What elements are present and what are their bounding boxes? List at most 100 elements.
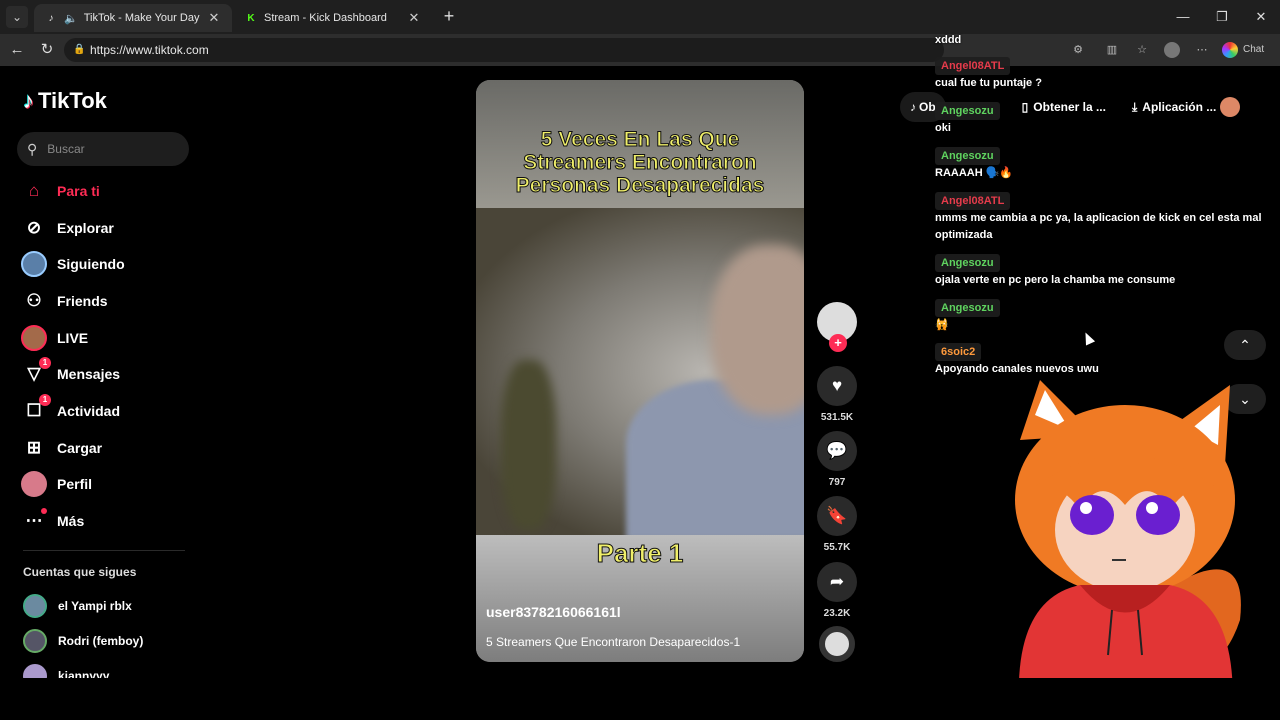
tiktok-logo-icon: ♪ <box>23 88 34 113</box>
chat-text: nmms me cambia a pc ya, la aplicacion de… <box>935 212 1262 241</box>
nav-label: LIVE <box>57 330 89 346</box>
chat-message: Angesozu 🙀 <box>935 298 1265 334</box>
nav-para-ti[interactable]: ⌂ Para ti <box>21 177 100 205</box>
save-count: 55.7K <box>823 542 851 553</box>
search-input[interactable]: ⚲ Buscar <box>17 132 189 166</box>
bookmark-icon[interactable]: 🔖 <box>817 496 857 536</box>
comment-icon[interactable]: 💬 <box>817 431 857 471</box>
nav-mas[interactable]: ⋯ Más <box>21 507 84 535</box>
tiktok-icon: ♪ <box>48 12 54 24</box>
browser-window: ⌄ ♪ 🔈 TikTok - Make Your Day ✕ K Stream … <box>0 0 1280 720</box>
chat-text: cual fue tu puntaje ? <box>935 77 1042 89</box>
chat-username[interactable]: Angesozu <box>935 254 1000 272</box>
follow-plus-icon[interactable]: + <box>829 334 847 352</box>
nav-label: Actividad <box>57 403 121 419</box>
avatar <box>23 664 47 678</box>
chat-message: xddd <box>935 32 1265 49</box>
comment-count: 797 <box>828 477 846 488</box>
nav-label: Cargar <box>57 440 103 456</box>
save-action[interactable]: 🔖 55.7K <box>817 496 857 553</box>
close-window-icon[interactable]: ✕ <box>1246 6 1276 28</box>
chat-text: oki <box>935 122 951 134</box>
chat-username[interactable]: Angesozu <box>935 102 1000 120</box>
following-avatar-icon <box>21 251 47 277</box>
nav-label: Para ti <box>57 183 100 199</box>
tab-title: TikTok - Make Your Day <box>83 12 200 24</box>
nav-actividad[interactable]: ☐ 1 Actividad <box>21 394 121 425</box>
headline-line: Personas Desaparecidas <box>515 174 765 198</box>
comment-action[interactable]: 💬 797 <box>817 431 857 488</box>
nav-perfil[interactable]: Perfil <box>21 470 92 498</box>
tab-actions-menu-icon[interactable]: ⌄ <box>6 6 28 28</box>
minimize-icon[interactable]: — <box>1168 6 1198 28</box>
nav-explorar[interactable]: ⊘ Explorar <box>21 214 114 242</box>
close-tab-icon[interactable]: ✕ <box>206 10 222 26</box>
new-tab-icon[interactable]: + <box>440 7 458 26</box>
account-name: el Yampi rblx <box>58 599 132 613</box>
nav-siguiendo[interactable]: Siguiendo <box>21 250 125 278</box>
refresh-icon[interactable]: ↻ <box>36 40 58 60</box>
tab-strip: ⌄ ♪ 🔈 TikTok - Make Your Day ✕ K Stream … <box>0 0 1280 34</box>
chat-text: RAAAAH 🗣️🔥 <box>935 167 1014 179</box>
nav-label: Siguiendo <box>57 256 125 272</box>
compass-icon: ⊘ <box>26 218 42 237</box>
chat-username[interactable]: 6soic2 <box>935 343 982 361</box>
brand-name: TikTok <box>38 88 107 113</box>
account-name: Rodri (femboy) <box>58 634 144 648</box>
activity-icon: ☐ 1 <box>21 394 51 424</box>
chat-message: Angesozu oki <box>935 101 1265 137</box>
following-section-title: Cuentas que sigues <box>23 565 137 579</box>
chat-text: ojala verte en pc pero la chamba me cons… <box>935 274 1176 286</box>
tiktok-logo[interactable]: ♪ TikTok <box>23 88 107 114</box>
chat-username[interactable]: Angesozu <box>935 299 1000 317</box>
chat-message: Angel08ATL nmms me cambia a pc ya, la ap… <box>935 191 1265 244</box>
search-icon: ⚲ <box>27 140 38 157</box>
nav-live[interactable]: LIVE <box>21 324 88 352</box>
nav-friends[interactable]: ⚇ Friends <box>21 287 108 315</box>
nav-mensajes[interactable]: ▽ 1 Mensajes <box>21 357 121 388</box>
video-headline: 5 Veces En Las Que Streamers Encontraron… <box>476 128 804 198</box>
url-field[interactable]: 🔒 https://www.tiktok.com <box>64 38 944 62</box>
followed-account[interactable]: Rodri (femboy) <box>23 628 143 654</box>
messages-badge: 1 <box>39 357 51 369</box>
heart-icon[interactable]: ♥ <box>817 366 857 406</box>
tab-title: Stream - Kick Dashboard <box>264 12 387 24</box>
followed-account[interactable]: el Yampi rblx <box>23 593 132 619</box>
chat-username[interactable]: Angel08ATL <box>935 57 1011 75</box>
nav-label: Mensajes <box>57 366 121 382</box>
chat-text: xddd <box>935 34 962 46</box>
video-person-left <box>501 360 556 530</box>
more-dot <box>41 508 47 514</box>
nav-cargar[interactable]: ⊞ Cargar <box>21 434 102 462</box>
tab-kick[interactable]: K Stream - Kick Dashboard ✕ <box>234 4 432 32</box>
search-placeholder: Buscar <box>47 142 85 156</box>
music-disc-icon[interactable] <box>819 626 855 662</box>
close-tab-icon[interactable]: ✕ <box>406 10 422 26</box>
chat-username[interactable]: Angesozu <box>935 147 1000 165</box>
nav-label: Perfil <box>57 476 93 492</box>
video-username[interactable]: user8378216066161l <box>486 604 621 620</box>
sidebar-divider <box>23 550 185 551</box>
nav-label: Explorar <box>57 220 114 236</box>
speaker-icon[interactable]: 🔈 <box>64 12 78 25</box>
back-icon[interactable]: ← <box>6 40 28 60</box>
chat-message: 6soic2 Apoyando canales nuevos uwu <box>935 342 1265 378</box>
like-action[interactable]: ♥ 531.5K <box>817 366 857 423</box>
chat-message: Angesozu ojala verte en pc pero la chamb… <box>935 253 1265 289</box>
chat-username[interactable]: Angel08ATL <box>935 192 1011 210</box>
tab-tiktok[interactable]: ♪ 🔈 TikTok - Make Your Day ✕ <box>34 4 232 32</box>
share-action[interactable]: ➦ 23.2K <box>817 562 857 619</box>
chat-text: Apoyando canales nuevos uwu <box>935 363 1099 375</box>
vtuber-avatar <box>1015 380 1241 720</box>
share-icon[interactable]: ➦ <box>817 562 857 602</box>
maximize-icon[interactable]: ❐ <box>1207 6 1237 28</box>
bottom-bar <box>0 678 1280 720</box>
more-icon: ⋯ <box>21 508 47 534</box>
chat-text: 🙀 <box>935 319 949 331</box>
video-player[interactable]: 5 Veces En Las Que Streamers Encontraron… <box>476 80 804 662</box>
right-eye-shine <box>1146 502 1158 514</box>
nav-label: Friends <box>57 293 108 309</box>
headline-line: 5 Veces En Las Que <box>540 128 740 152</box>
kick-icon: K <box>247 12 255 24</box>
followed-account[interactable]: kiannyyy <box>23 663 109 678</box>
